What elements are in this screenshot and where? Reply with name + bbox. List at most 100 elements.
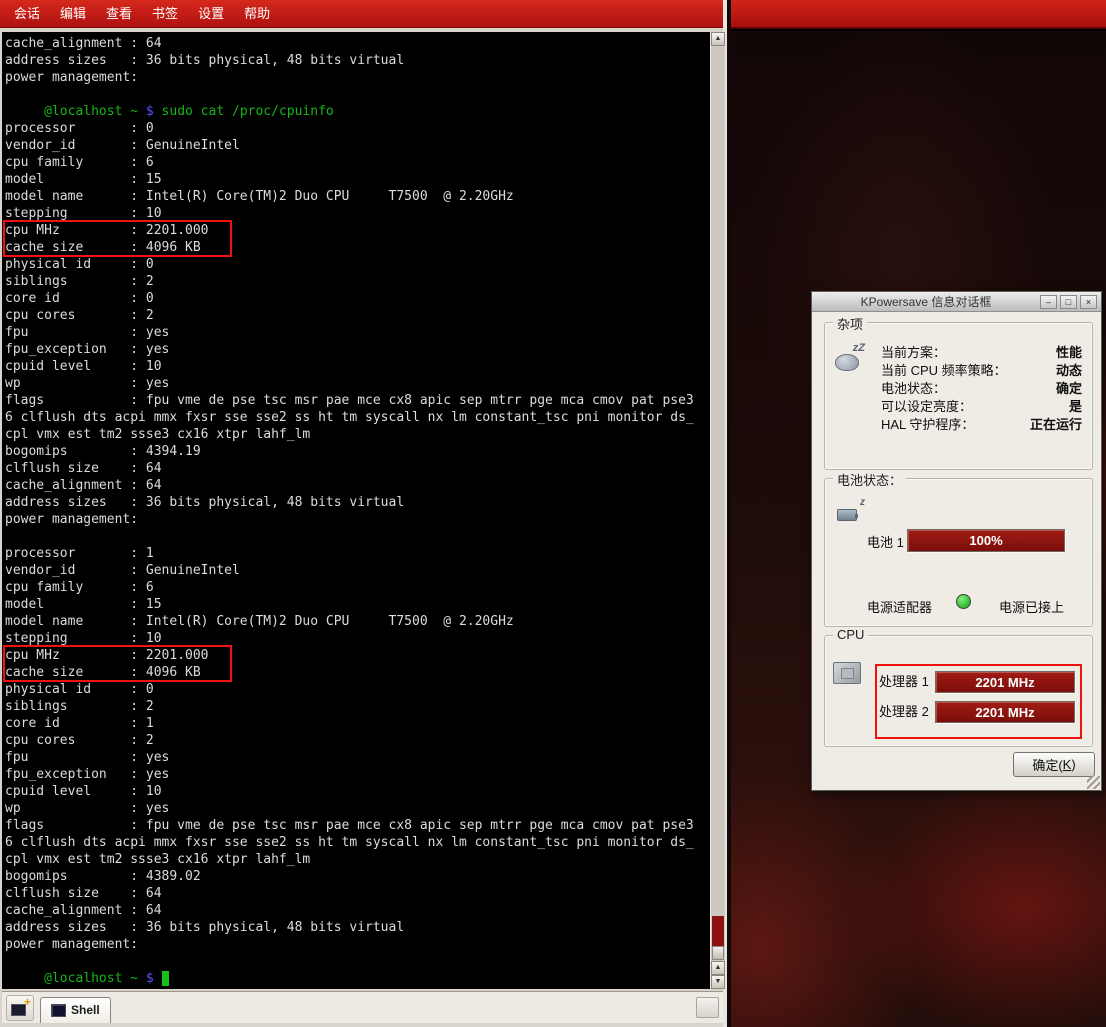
sleep-z-icon: zZ (853, 342, 865, 354)
terminal-scrollbar[interactable]: ▲ ▲ ▼ (710, 32, 725, 989)
battery-z-icon: z (860, 497, 865, 508)
terminal-line: clflush size : 64 (5, 885, 694, 902)
misc-group: 杂项 zZ 当前方案： 性能 当前 CPU 频率策略： 动态 电池状态： 确定 … (824, 322, 1093, 470)
scroll-thumb[interactable] (712, 946, 724, 960)
terminal-window: 会话 编辑 查看 书签 设置 帮助 cache_alignment : 64ad… (0, 0, 727, 1027)
terminal-line: cache_alignment : 64 (5, 35, 694, 52)
terminal-line: clflush size : 64 (5, 460, 694, 477)
info-row: 电池状态： 确定 (881, 380, 1082, 398)
info-value: 确定 (1056, 380, 1082, 398)
menu-settings[interactable]: 设置 (188, 0, 234, 28)
session-menu-button[interactable] (696, 997, 719, 1018)
resize-grip[interactable] (1087, 776, 1100, 789)
menu-edit[interactable]: 编辑 (50, 0, 96, 28)
terminal-line: @localhost ~ $ (5, 970, 694, 987)
close-icon[interactable]: × (1080, 295, 1097, 309)
menu-view[interactable]: 查看 (96, 0, 142, 28)
terminal-line: cache size : 4096 KB (5, 239, 694, 256)
dialog-titlebar[interactable]: KPowersave 信息对话框 – □ × (812, 292, 1101, 312)
terminal-line: vendor_id : GenuineIntel (5, 137, 694, 154)
battery-group-label: 电池状态： (833, 470, 906, 489)
processor-2-label: 处理器 2 (879, 701, 929, 723)
menu-bookmarks[interactable]: 书签 (142, 0, 188, 28)
scroll-up-icon[interactable]: ▲ (711, 32, 725, 46)
terminal-line (5, 953, 694, 970)
cpu-frequency-1: 2201 MHz (975, 675, 1034, 690)
tab-shell[interactable]: Shell (40, 997, 111, 1023)
misc-rows: 当前方案： 性能 当前 CPU 频率策略： 动态 电池状态： 确定 可以设定亮度… (881, 344, 1082, 434)
terminal-line (5, 528, 694, 545)
scroll-up-bottom-icon[interactable]: ▲ (711, 961, 725, 975)
terminal-line: flags : fpu vme de pse tsc msr pae mce c… (5, 817, 694, 834)
terminal-line: core id : 1 (5, 715, 694, 732)
terminal-line: fpu : yes (5, 749, 694, 766)
battery-group: 电池状态： z 电池 1 100% 电源适配器 电源已接上 (824, 478, 1093, 627)
misc-group-label: 杂项 (833, 314, 867, 333)
terminal-line: power management: (5, 69, 694, 86)
background-titlebar (731, 0, 1106, 29)
scroll-down-icon[interactable]: ▼ (711, 975, 725, 989)
info-value: 是 (1069, 398, 1082, 416)
battery-percent: 100% (969, 533, 1002, 548)
prompt-symbol: $ (146, 971, 162, 986)
terminal-line: wp : yes (5, 800, 694, 817)
prompt-symbol: $ (146, 104, 162, 119)
terminal-screen[interactable]: cache_alignment : 64address sizes : 36 b… (2, 32, 710, 989)
terminal-line: model : 15 (5, 596, 694, 613)
terminal-line: stepping : 10 (5, 630, 694, 647)
new-session-button[interactable]: + (6, 995, 34, 1021)
dialog-title: KPowersave 信息对话框 (812, 293, 1040, 310)
info-row: HAL 守护程序： 正在运行 (881, 416, 1082, 434)
power-led-icon (956, 594, 971, 609)
sleep-blob-icon (835, 354, 859, 371)
terminal-line: power management: (5, 936, 694, 953)
terminal-line: @localhost ~ $ sudo cat /proc/cpuinfo (5, 103, 694, 120)
prompt-user-redacted (5, 971, 44, 986)
terminal-line: 6 clflush dts acpi mmx fxsr sse sse2 ss … (5, 834, 694, 851)
window-buttons: – □ × (1040, 295, 1097, 309)
terminal-line: cpuid level : 10 (5, 358, 694, 375)
terminal-menubar: 会话 编辑 查看 书签 设置 帮助 (0, 0, 723, 28)
cpu-meter-2: 2201 MHz (935, 701, 1075, 723)
terminal-line: cache_alignment : 64 (5, 902, 694, 919)
info-label: HAL 守护程序： (881, 416, 974, 434)
maximize-icon[interactable]: □ (1060, 295, 1077, 309)
minimize-icon[interactable]: – (1040, 295, 1057, 309)
terminal-line: model name : Intel(R) Core(TM)2 Duo CPU … (5, 613, 694, 630)
session-tabbar: + Shell (2, 991, 723, 1023)
ok-label-prefix: 确定( (1032, 755, 1062, 774)
info-row: 当前 CPU 频率策略： 动态 (881, 362, 1082, 380)
terminal-line: cpl vmx est tm2 ssse3 cx16 xtpr lahf_lm (5, 851, 694, 868)
info-row: 当前方案： 性能 (881, 344, 1082, 362)
terminal-output: cache_alignment : 64address sizes : 36 b… (2, 32, 694, 987)
battery-meter: 100% (907, 529, 1065, 552)
terminal-cursor (162, 971, 170, 986)
ok-button[interactable]: 确定(K) (1013, 752, 1095, 777)
terminal-line: physical id : 0 (5, 256, 694, 273)
terminal-line: cache size : 4096 KB (5, 664, 694, 681)
command-text: sudo cat /proc/cpuinfo (162, 104, 334, 119)
terminal-line: core id : 0 (5, 290, 694, 307)
terminal-line: bogomips : 4394.19 (5, 443, 694, 460)
terminal-line: address sizes : 36 bits physical, 48 bit… (5, 52, 694, 69)
menu-help[interactable]: 帮助 (234, 0, 280, 28)
terminal-line: model : 15 (5, 171, 694, 188)
menu-session[interactable]: 会话 (4, 0, 50, 28)
cpu-group: CPU 处理器 1 2201 MHz 处理器 2 2201 MHz (824, 635, 1093, 747)
info-row: 可以设定亮度： 是 (881, 398, 1082, 416)
battery-name-label: 电池 1 (867, 531, 904, 554)
ok-label-accel: K (1063, 757, 1072, 772)
terminal-line: siblings : 2 (5, 698, 694, 715)
terminal-line: model name : Intel(R) Core(TM)2 Duo CPU … (5, 188, 694, 205)
terminal-line: cpu cores : 2 (5, 307, 694, 324)
info-label: 当前方案： (881, 344, 946, 362)
terminal-line: physical id : 0 (5, 681, 694, 698)
tab-label: Shell (71, 1003, 100, 1017)
terminal-line: address sizes : 36 bits physical, 48 bit… (5, 919, 694, 936)
info-value: 性能 (1056, 344, 1082, 362)
terminal-line: fpu_exception : yes (5, 341, 694, 358)
info-label: 当前 CPU 频率策略： (881, 362, 1007, 380)
info-value: 正在运行 (1030, 416, 1082, 434)
prompt-host: @localhost ~ (44, 971, 146, 986)
info-value: 动态 (1056, 362, 1082, 380)
